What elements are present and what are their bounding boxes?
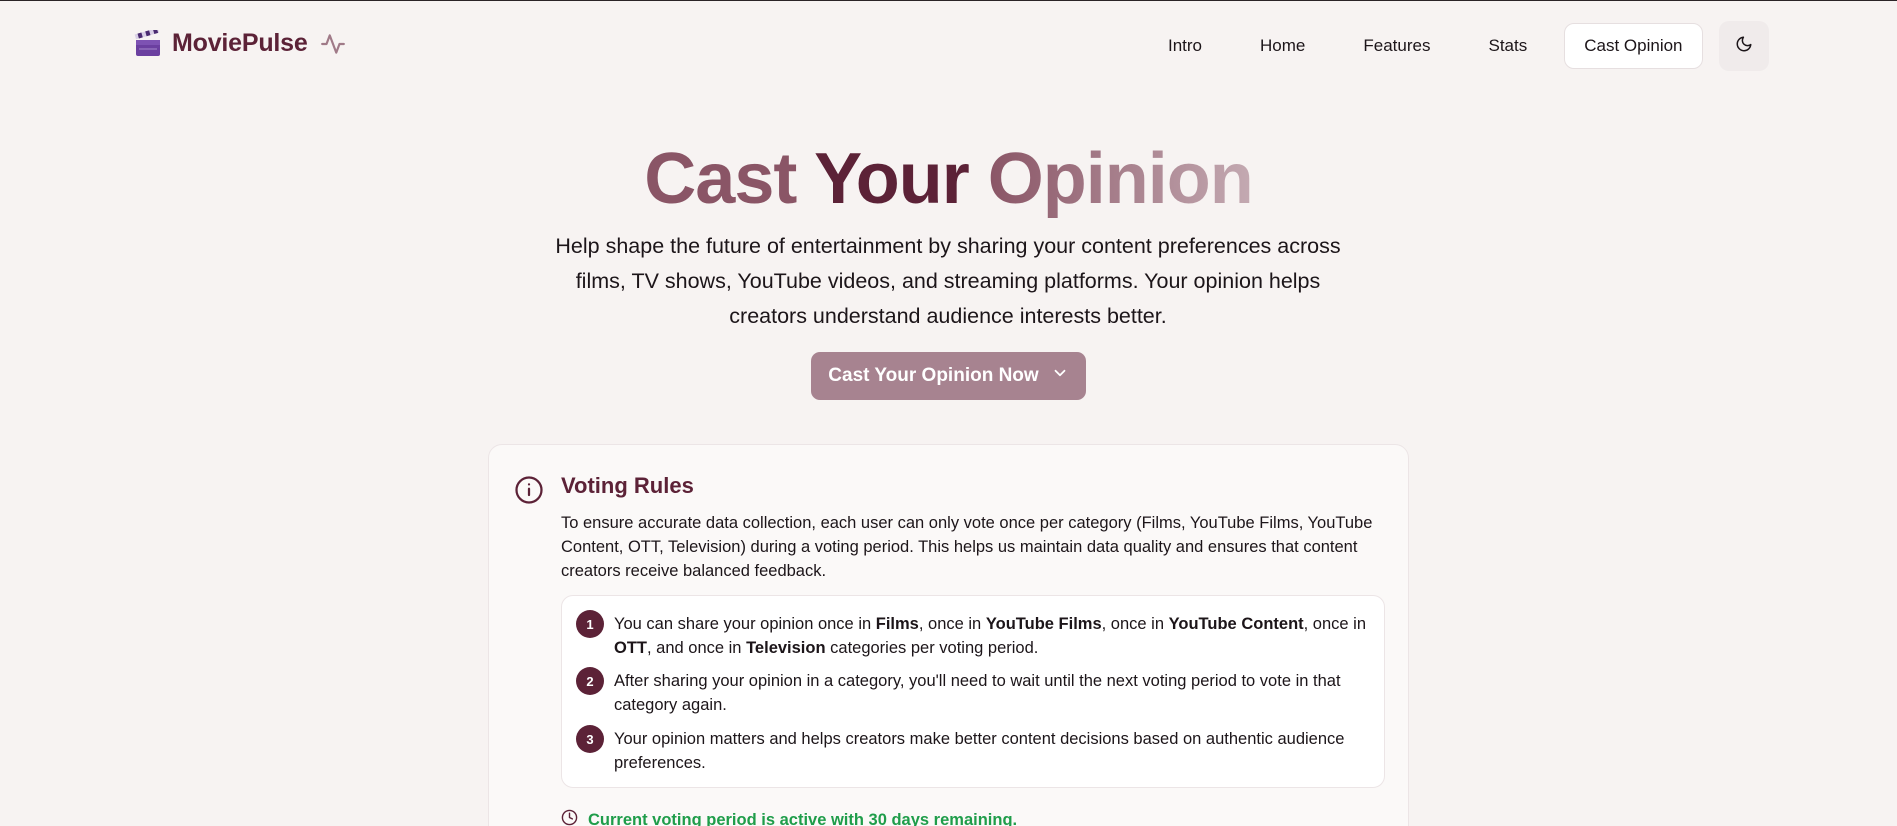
rule-text-segment: , and once in xyxy=(647,639,747,657)
rule-item-3: 3 Your opinion matters and helps creator… xyxy=(576,725,1366,775)
hero-subtitle: Help shape the future of entertainment b… xyxy=(555,234,1341,328)
voting-rules-card: Voting Rules To ensure accurate data col… xyxy=(488,444,1409,826)
rule-text-segment: categories per voting period. xyxy=(825,639,1039,657)
voting-period-status: Current voting period is active with 30 … xyxy=(561,809,1017,826)
chevron-down-icon xyxy=(1051,364,1069,388)
nav-link-home[interactable]: Home xyxy=(1231,23,1334,69)
voting-rules-title: Voting Rules xyxy=(561,473,694,498)
rule-text-segment: , once in xyxy=(918,615,986,633)
rule-number-badge: 3 xyxy=(576,725,604,753)
activity-icon xyxy=(320,31,346,57)
rule-item-2: 2 After sharing your opinion in a catego… xyxy=(576,667,1366,717)
rule-text-segment: , once in xyxy=(1303,615,1367,633)
hero-title-word-1: Cast xyxy=(644,139,797,219)
rule-emphasis: Films xyxy=(875,615,919,633)
rule-text-segment: Your opinion matters and helps creators … xyxy=(614,730,1345,772)
rule-item-1: 1 You can share your opinion once in Fil… xyxy=(576,610,1366,660)
rule-text: Your opinion matters and helps creators … xyxy=(614,727,1366,775)
nav-link-stats[interactable]: Stats xyxy=(1459,23,1556,69)
rule-number-badge: 1 xyxy=(576,610,604,638)
nav-cast-opinion-button[interactable]: Cast Opinion xyxy=(1564,23,1703,69)
cast-opinion-now-button[interactable]: Cast Your Opinion Now xyxy=(811,352,1086,400)
nav-link-features[interactable]: Features xyxy=(1334,23,1459,69)
rule-emphasis: YouTube Films xyxy=(985,615,1102,633)
rule-emphasis: Television xyxy=(746,639,826,657)
voting-period-status-text: Current voting period is active with 30 … xyxy=(588,810,1018,826)
clapperboard-icon xyxy=(134,27,162,58)
brand-logo[interactable]: MoviePulse xyxy=(134,27,346,58)
theme-toggle-button[interactable] xyxy=(1718,21,1769,71)
rule-text: After sharing your opinion in a category… xyxy=(614,669,1366,717)
rule-text-segment: After sharing your opinion in a category… xyxy=(614,672,1341,714)
hero-title-word-2: Your xyxy=(814,139,970,219)
moon-icon xyxy=(1735,35,1753,58)
site-header: MoviePulse Intro Home Features Stats Cas… xyxy=(0,19,1897,73)
brand-name: MoviePulse xyxy=(172,29,308,57)
rule-emphasis: OTT xyxy=(614,639,647,657)
hero-title-word-3: Opinion xyxy=(987,139,1254,219)
clock-icon xyxy=(561,809,578,826)
main-nav: Intro Home Features Stats Cast Opinion xyxy=(1150,21,1769,71)
rules-list: 1 You can share your opinion once in Fil… xyxy=(561,595,1385,788)
nav-link-intro[interactable]: Intro xyxy=(1150,23,1231,69)
info-icon xyxy=(514,475,544,505)
rule-text-segment: You can share your opinion once in xyxy=(614,615,876,633)
rule-number-badge: 2 xyxy=(576,667,604,695)
cast-opinion-now-label: Cast Your Opinion Now xyxy=(828,365,1039,386)
rule-text-segment: , once in xyxy=(1101,615,1169,633)
voting-rules-description: To ensure accurate data collection, each… xyxy=(561,514,1373,580)
hero-title: Cast Your Opinion xyxy=(0,136,1897,222)
rule-text: You can share your opinion once in Films… xyxy=(614,612,1366,660)
rule-emphasis: YouTube Content xyxy=(1168,615,1304,633)
